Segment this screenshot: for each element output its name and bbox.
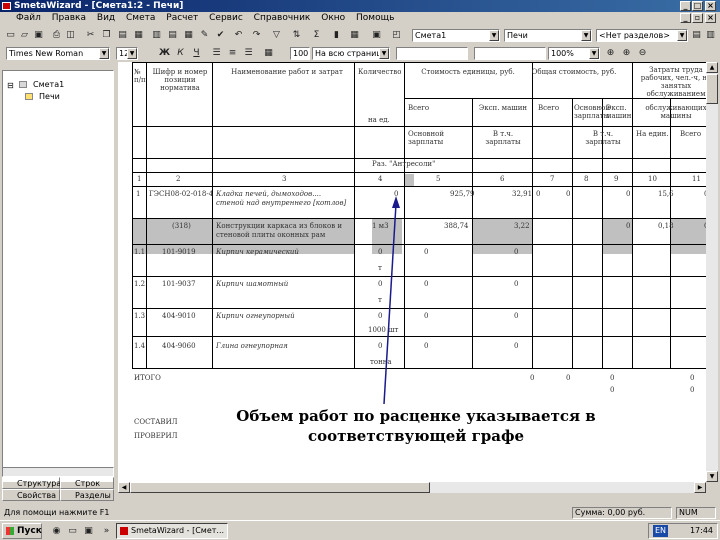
windows-logo-icon <box>6 527 14 535</box>
annotation-line1: Объем работ по расценке указывается в <box>236 407 596 425</box>
clock: 17:44 <box>689 526 713 535</box>
start-button[interactable]: Пуск <box>2 523 42 539</box>
ie-icon[interactable]: ◉ <box>50 525 63 537</box>
horizontal-scrollbar[interactable]: ◀ ▶ <box>118 482 706 493</box>
scroll-thumb[interactable] <box>706 74 718 104</box>
desktop-icon[interactable]: ▭ <box>66 525 79 537</box>
scroll-right-icon[interactable]: ▶ <box>694 482 706 493</box>
annotation-arrow <box>383 196 400 405</box>
quicklaunch-icon[interactable]: ▣ <box>82 525 95 537</box>
annotation-line2: соответствующей графе <box>307 427 525 445</box>
status-hint: Для помощи нажмите F1 <box>4 508 110 517</box>
status-mode: NUM <box>676 507 716 519</box>
status-sum: Сумма: 0,00 руб. <box>572 507 672 519</box>
quicklaunch-more-icon[interactable]: » <box>100 525 113 537</box>
scroll-up-icon[interactable]: ▲ <box>706 62 718 73</box>
system-tray: EN 17:44 <box>648 523 718 539</box>
hscroll-thumb[interactable] <box>130 482 430 493</box>
app-icon <box>120 527 128 535</box>
taskbar-app-button[interactable]: SmetaWizard - [Смет... <box>116 523 228 539</box>
annotation-text: Объем работ по расценке указывается в со… <box>212 406 620 446</box>
scroll-down-icon[interactable]: ▼ <box>706 471 718 482</box>
scroll-left-icon[interactable]: ◀ <box>118 482 130 493</box>
taskbar-app-label: SmetaWizard - [Смет... <box>131 526 225 535</box>
status-bar: Для помощи нажмите F1 Сумма: 0,00 руб. N… <box>0 506 720 520</box>
language-indicator[interactable]: EN <box>653 525 669 537</box>
vertical-scrollbar[interactable]: ▲ ▼ <box>706 62 718 482</box>
start-label: Пуск <box>17 526 42 536</box>
taskbar: Пуск ◉ ▭ ▣ » SmetaWizard - [Смет... EN 1… <box>0 520 720 540</box>
